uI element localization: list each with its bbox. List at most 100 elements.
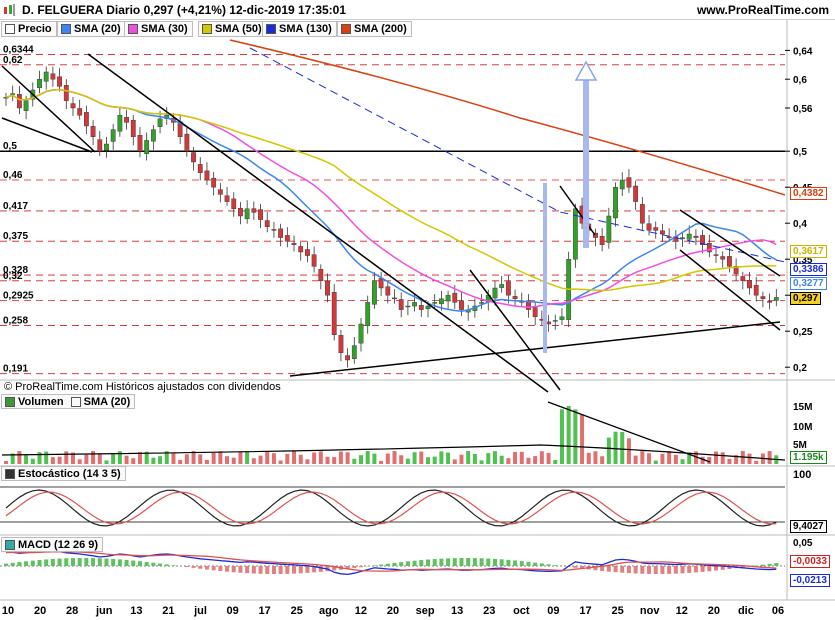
candle (633, 185, 639, 202)
x-tick-label: 20 (387, 605, 399, 617)
x-tick-label: 17 (579, 605, 591, 617)
candle (50, 73, 56, 80)
macd-panel-label: MACD (12 26 9) (1, 537, 104, 552)
price-tick-label: 0,56 (793, 104, 813, 115)
volume-bar (131, 458, 136, 464)
candle (412, 302, 417, 307)
volume-bar (325, 456, 330, 464)
candle (211, 177, 217, 188)
volume-bar (77, 459, 82, 464)
macd-histogram-bar (405, 561, 410, 566)
macd-histogram-bar (392, 562, 397, 566)
legend-item-5[interactable]: SMA (200) (337, 21, 412, 37)
macd-histogram-bar (606, 566, 611, 572)
price-chart[interactable]: 0,63440,620,50,460,4170,3750,3280,320,29… (0, 0, 835, 620)
stoch-d-line (5, 491, 777, 525)
macd-histogram-bar (231, 566, 236, 573)
macd-histogram-bar (258, 566, 263, 574)
macd-tag: -0,0213 (790, 574, 830, 587)
macd-histogram-bar (707, 566, 712, 572)
macd-histogram-bar (774, 563, 779, 566)
price-tag: 0,3386 (790, 263, 827, 276)
legend-label: Precio (18, 23, 52, 35)
candle (512, 296, 518, 300)
candle (57, 76, 62, 87)
candle (83, 112, 89, 127)
macd-histogram-bar (486, 558, 491, 566)
candle (599, 236, 605, 245)
legend-item-4[interactable]: SMA (130) (262, 21, 337, 37)
level-label: 0,62 (3, 55, 23, 66)
candle (619, 179, 625, 190)
macd-histogram-bar (760, 564, 765, 566)
candle (532, 307, 538, 317)
macd-histogram-bar (131, 560, 136, 566)
macd-histogram-bar (626, 566, 631, 574)
x-tick-label: oct (513, 605, 530, 617)
volume-bar (446, 452, 451, 464)
x-tick-label: 09 (226, 605, 238, 617)
volume-bar (345, 452, 350, 464)
candle (499, 284, 505, 288)
macd-histogram-bar (44, 559, 49, 566)
volume-bar (57, 456, 62, 464)
candle (452, 292, 458, 303)
volume-bar (184, 454, 189, 464)
volume-bar (573, 409, 578, 464)
candle (505, 281, 511, 296)
macd-histogram-bar (459, 558, 464, 566)
volume-bar (526, 457, 531, 464)
macd-histogram-bar (647, 566, 652, 574)
macd-histogram-bar (546, 564, 551, 566)
volume-bar (720, 452, 725, 464)
candle (378, 278, 384, 289)
candle (492, 287, 498, 299)
stoch-tick: 100 (793, 469, 811, 481)
candle (124, 117, 129, 123)
volume-bar (198, 454, 203, 464)
volume-bar (24, 455, 29, 464)
legend-item-2[interactable]: SMA (30) (124, 21, 193, 37)
x-tick-label: 06 (772, 605, 784, 617)
macd-histogram-bar (4, 563, 8, 566)
candle (773, 297, 779, 301)
macd-histogram-bar (385, 563, 390, 566)
x-tick-label: 20 (34, 605, 46, 617)
macd-histogram-bar (673, 566, 678, 574)
volume-bar (178, 459, 183, 464)
macd-histogram-bar (104, 558, 109, 566)
volume-bar (265, 451, 270, 464)
legend-item-3[interactable]: SMA (50) (198, 21, 267, 37)
volume-tick: 15M (793, 402, 812, 413)
candle (459, 300, 464, 310)
price-tick-label: 0,64 (793, 46, 813, 57)
macd-histogram-bar (64, 558, 69, 566)
legend-item-1[interactable]: SMA (20) (57, 21, 126, 37)
macd-histogram-bar (479, 558, 484, 566)
candle (278, 228, 284, 238)
candle (753, 285, 759, 296)
macd-histogram-bar (613, 566, 618, 573)
x-tick-label: nov (640, 605, 660, 617)
macd-histogram-bar (97, 558, 102, 566)
legend-item-0[interactable]: Precio (1, 21, 57, 37)
volume-bar (359, 455, 364, 464)
volume-bar (640, 451, 645, 464)
candle (660, 230, 665, 235)
macd-histogram-bar (318, 566, 323, 572)
volume-bar (633, 455, 638, 464)
volume-bar (97, 453, 102, 464)
candle (365, 302, 371, 327)
macd-histogram-bar (111, 558, 116, 566)
macd-histogram-bar (352, 566, 357, 569)
volume-bar (338, 451, 343, 464)
volume-bar (559, 409, 564, 464)
macd-histogram-bar (439, 558, 444, 566)
candle (77, 108, 83, 116)
price-tick-label: 0,25 (793, 327, 813, 338)
macd-histogram-bar (653, 566, 658, 574)
volume-bar (667, 451, 672, 464)
volume-bar (519, 451, 524, 464)
macd-histogram-bar (620, 566, 625, 573)
legend-swatch (341, 24, 351, 34)
